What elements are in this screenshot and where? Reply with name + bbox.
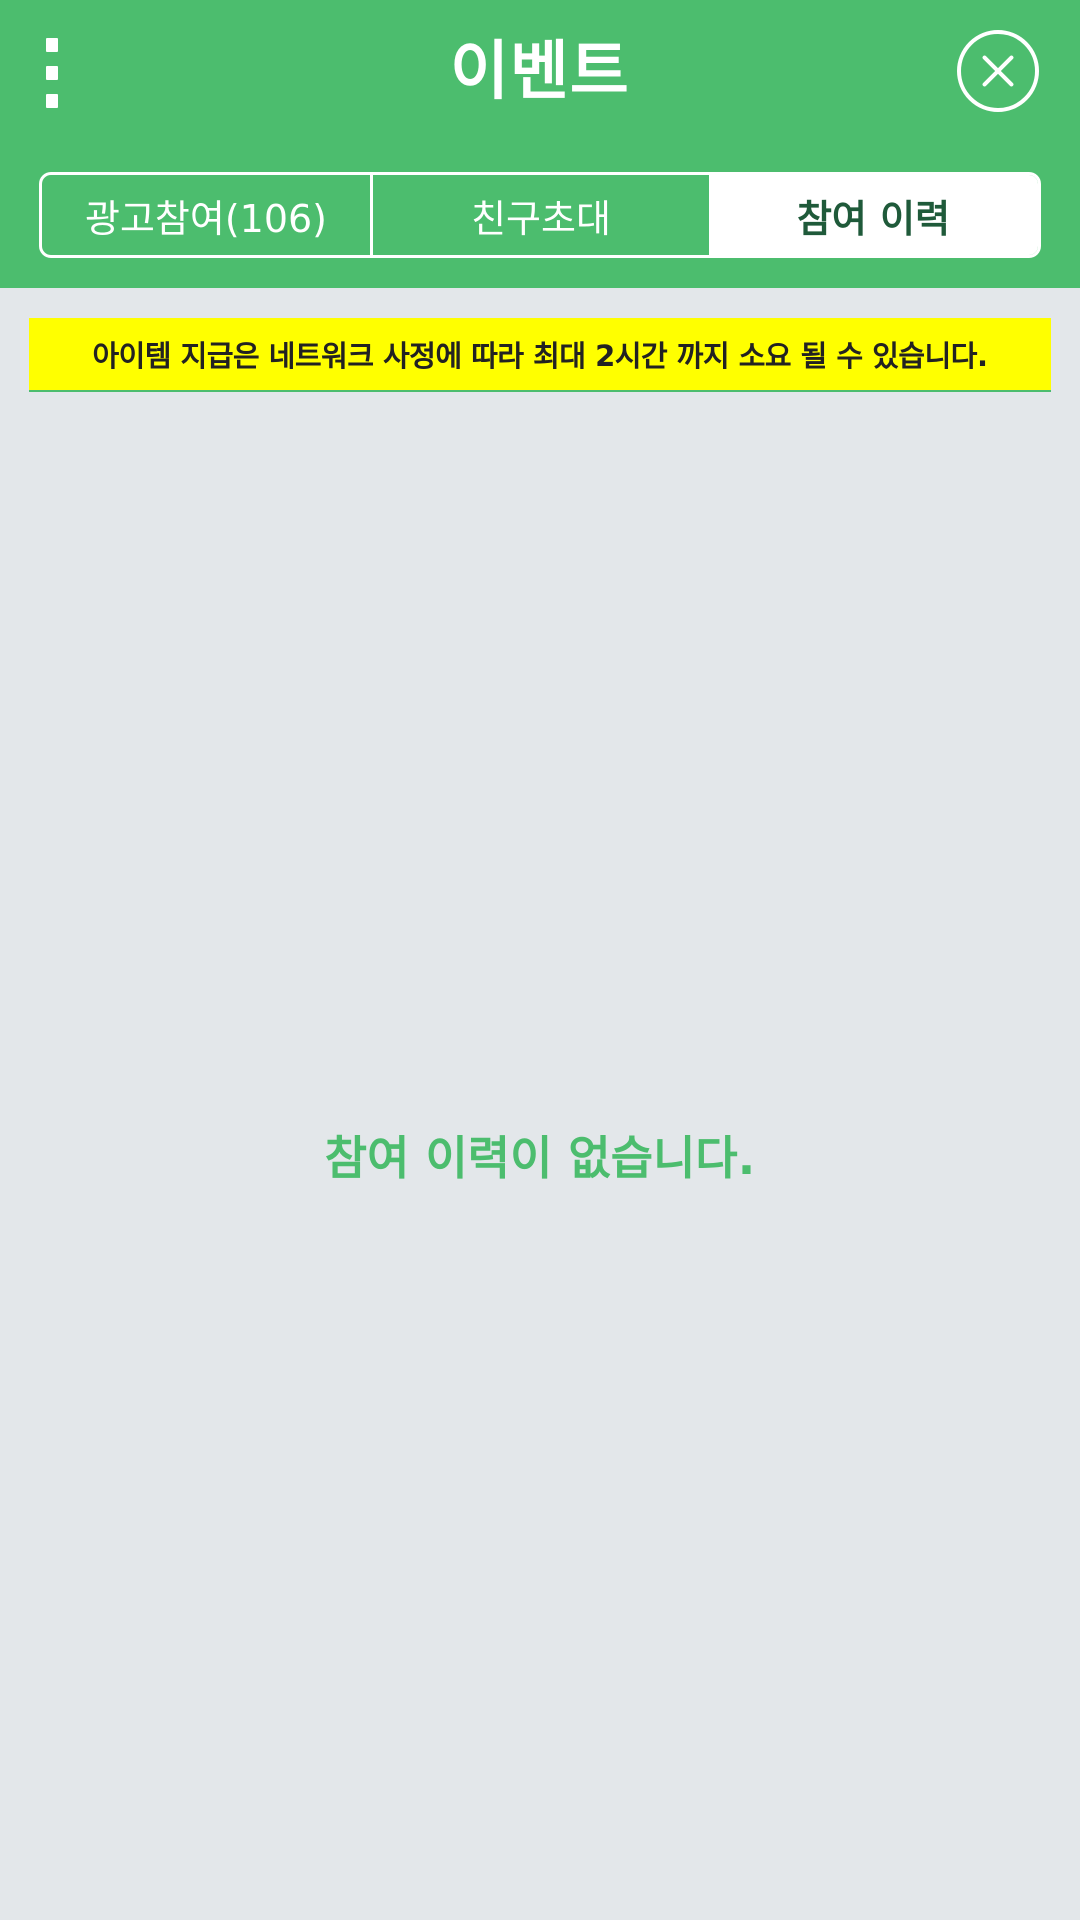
tab-bar: 광고참여(106) 친구초대 참여 이력 [39,172,1041,258]
notice-banner: 아이템 지급은 네트워크 사정에 따라 최대 2시간 까지 소요 될 수 있습니… [29,318,1051,392]
tab-invite-friends[interactable]: 친구초대 [373,175,709,255]
close-icon[interactable] [957,30,1039,112]
page-title: 이벤트 [450,35,630,109]
app-header: 이벤트 광고참여(106) 친구초대 참여 이력 [0,0,1080,288]
tab-ad-participation[interactable]: 광고참여(106) [42,175,373,255]
tab-participation-history[interactable]: 참여 이력 [709,175,1038,255]
empty-state-message: 참여 이력이 없습니다. [324,1131,756,1185]
